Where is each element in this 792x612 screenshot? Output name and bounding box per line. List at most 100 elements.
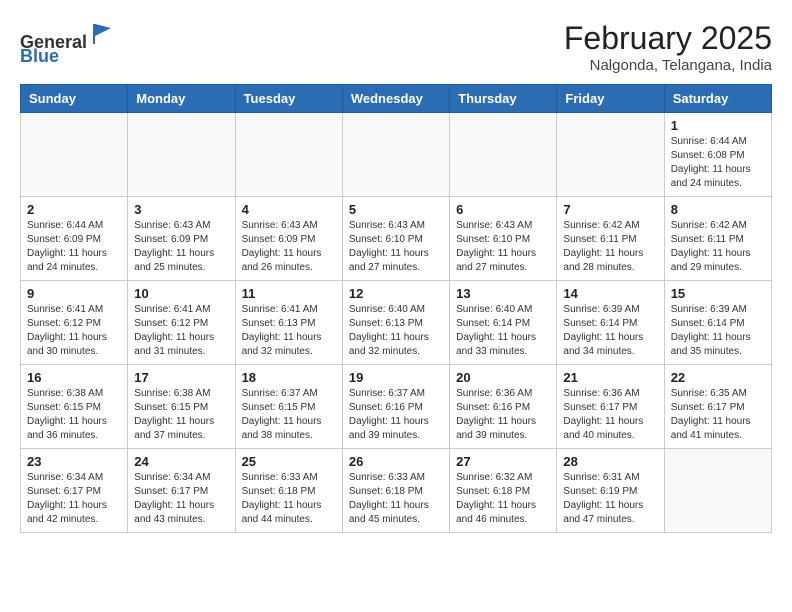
day-info: Sunrise: 6:39 AM Sunset: 6:14 PM Dayligh… [671, 303, 765, 359]
day-info: Sunrise: 6:41 AM Sunset: 6:12 PM Dayligh… [134, 303, 228, 359]
day-info: Sunrise: 6:38 AM Sunset: 6:15 PM Dayligh… [134, 387, 228, 443]
day-number: 28 [563, 454, 657, 469]
day-number: 7 [563, 202, 657, 217]
calendar-cell: 17Sunrise: 6:38 AM Sunset: 6:15 PM Dayli… [128, 365, 235, 449]
calendar-header-row: Sunday Monday Tuesday Wednesday Thursday… [21, 85, 772, 113]
calendar-cell [128, 113, 235, 197]
day-number: 4 [242, 202, 336, 217]
day-number: 25 [242, 454, 336, 469]
day-info: Sunrise: 6:33 AM Sunset: 6:18 PM Dayligh… [349, 471, 443, 527]
calendar-cell: 19Sunrise: 6:37 AM Sunset: 6:16 PM Dayli… [342, 365, 449, 449]
day-info: Sunrise: 6:44 AM Sunset: 6:09 PM Dayligh… [27, 219, 121, 275]
calendar-cell: 20 Sunrise: 6:36 AM Sunset: 6:16 PM Dayli… [450, 365, 557, 449]
day-info: Sunrise: 6:41 AM Sunset: 6:12 PM Dayligh… [27, 303, 121, 359]
calendar-cell [235, 113, 342, 197]
day-info: Sunrise: 6:41 AM Sunset: 6:13 PM Dayligh… [242, 303, 336, 359]
day-number: 24 [134, 454, 228, 469]
calendar-week-row: 1 Sunrise: 6:44 AM Sunset: 6:08 PM Daylig… [21, 113, 772, 197]
calendar-cell: 10 Sunrise: 6:41 AM Sunset: 6:12 PM Dayli… [128, 281, 235, 365]
title-section: February 2025 Nalgonda, Telangana, India [564, 20, 772, 74]
day-info: Sunrise: 6:36 AM Sunset: 6:17 PM Dayligh… [563, 387, 657, 443]
day-info: Sunrise: 6:43 AM Sunset: 6:10 PM Dayligh… [349, 219, 443, 275]
day-info: Sunrise: 6:31 AM Sunset: 6:19 PM Dayligh… [563, 471, 657, 527]
calendar-cell: 8 Sunrise: 6:42 AM Sunset: 6:11 PM Daylig… [664, 197, 771, 281]
calendar-cell: 26 Sunrise: 6:33 AM Sunset: 6:18 PM Dayli… [342, 449, 449, 533]
day-info: Sunrise: 6:43 AM Sunset: 6:10 PM Dayligh… [456, 219, 550, 275]
day-number: 11 [242, 286, 336, 301]
day-info: Sunrise: 6:34 AM Sunset: 6:17 PM Dayligh… [27, 471, 121, 527]
day-info: Sunrise: 6:42 AM Sunset: 6:11 PM Dayligh… [671, 219, 765, 275]
day-number: 26 [349, 454, 443, 469]
calendar-cell: 5 Sunrise: 6:43 AM Sunset: 6:10 PM Daylig… [342, 197, 449, 281]
day-info: Sunrise: 6:38 AM Sunset: 6:15 PM Dayligh… [27, 387, 121, 443]
col-thursday: Thursday [450, 85, 557, 113]
col-sunday: Sunday [21, 85, 128, 113]
logo: General Blue [20, 20, 117, 67]
day-info: Sunrise: 6:32 AM Sunset: 6:18 PM Dayligh… [456, 471, 550, 527]
calendar-cell: 7 Sunrise: 6:42 AM Sunset: 6:11 PM Daylig… [557, 197, 664, 281]
day-number: 16 [27, 370, 121, 385]
calendar-cell: 9Sunrise: 6:41 AM Sunset: 6:12 PM Daylig… [21, 281, 128, 365]
calendar-cell: 2 Sunrise: 6:44 AM Sunset: 6:09 PM Daylig… [21, 197, 128, 281]
day-info: Sunrise: 6:43 AM Sunset: 6:09 PM Dayligh… [134, 219, 228, 275]
col-saturday: Saturday [664, 85, 771, 113]
day-number: 18 [242, 370, 336, 385]
calendar-cell: 13 Sunrise: 6:40 AM Sunset: 6:14 PM Dayli… [450, 281, 557, 365]
calendar-week-row: 16 Sunrise: 6:38 AM Sunset: 6:15 PM Dayli… [21, 365, 772, 449]
day-number: 27 [456, 454, 550, 469]
calendar-table: Sunday Monday Tuesday Wednesday Thursday… [20, 84, 772, 533]
day-info: Sunrise: 6:40 AM Sunset: 6:14 PM Dayligh… [456, 303, 550, 359]
calendar-cell: 27 Sunrise: 6:32 AM Sunset: 6:18 PM Dayli… [450, 449, 557, 533]
day-number: 13 [456, 286, 550, 301]
day-info: Sunrise: 6:42 AM Sunset: 6:11 PM Dayligh… [563, 219, 657, 275]
calendar-cell: 3 Sunrise: 6:43 AM Sunset: 6:09 PM Daylig… [128, 197, 235, 281]
day-info: Sunrise: 6:44 AM Sunset: 6:08 PM Dayligh… [671, 135, 765, 191]
calendar-week-row: 2 Sunrise: 6:44 AM Sunset: 6:09 PM Daylig… [21, 197, 772, 281]
calendar-cell: 24 Sunrise: 6:34 AM Sunset: 6:17 PM Dayli… [128, 449, 235, 533]
day-number: 23 [27, 454, 121, 469]
calendar-cell: 21 Sunrise: 6:36 AM Sunset: 6:17 PM Dayli… [557, 365, 664, 449]
day-number: 22 [671, 370, 765, 385]
calendar-cell [450, 113, 557, 197]
day-number: 5 [349, 202, 443, 217]
calendar-cell [664, 449, 771, 533]
day-number: 12 [349, 286, 443, 301]
col-monday: Monday [128, 85, 235, 113]
page-header: General Blue February 2025 Nalgonda, Tel… [20, 20, 772, 74]
day-info: Sunrise: 6:34 AM Sunset: 6:17 PM Dayligh… [134, 471, 228, 527]
day-number: 10 [134, 286, 228, 301]
day-number: 1 [671, 118, 765, 133]
day-info: Sunrise: 6:39 AM Sunset: 6:14 PM Dayligh… [563, 303, 657, 359]
day-info: Sunrise: 6:43 AM Sunset: 6:09 PM Dayligh… [242, 219, 336, 275]
calendar-cell: 14 Sunrise: 6:39 AM Sunset: 6:14 PM Dayli… [557, 281, 664, 365]
calendar-cell [21, 113, 128, 197]
logo-blue: Blue [20, 46, 59, 66]
calendar-cell: 15Sunrise: 6:39 AM Sunset: 6:14 PM Dayli… [664, 281, 771, 365]
calendar-cell: 12 Sunrise: 6:40 AM Sunset: 6:13 PM Dayli… [342, 281, 449, 365]
col-tuesday: Tuesday [235, 85, 342, 113]
day-info: Sunrise: 6:37 AM Sunset: 6:16 PM Dayligh… [349, 387, 443, 443]
calendar-cell [557, 113, 664, 197]
calendar-cell: 6 Sunrise: 6:43 AM Sunset: 6:10 PM Daylig… [450, 197, 557, 281]
location-subtitle: Nalgonda, Telangana, India [564, 57, 772, 74]
day-number: 8 [671, 202, 765, 217]
day-number: 6 [456, 202, 550, 217]
calendar-cell: 28 Sunrise: 6:31 AM Sunset: 6:19 PM Dayli… [557, 449, 664, 533]
calendar-cell: 18 Sunrise: 6:37 AM Sunset: 6:15 PM Dayli… [235, 365, 342, 449]
calendar-cell: 16 Sunrise: 6:38 AM Sunset: 6:15 PM Dayli… [21, 365, 128, 449]
calendar-cell: 25 Sunrise: 6:33 AM Sunset: 6:18 PM Dayli… [235, 449, 342, 533]
day-number: 3 [134, 202, 228, 217]
day-info: Sunrise: 6:35 AM Sunset: 6:17 PM Dayligh… [671, 387, 765, 443]
calendar-cell [342, 113, 449, 197]
day-number: 21 [563, 370, 657, 385]
col-wednesday: Wednesday [342, 85, 449, 113]
day-number: 20 [456, 370, 550, 385]
day-info: Sunrise: 6:36 AM Sunset: 6:16 PM Dayligh… [456, 387, 550, 443]
day-info: Sunrise: 6:37 AM Sunset: 6:15 PM Dayligh… [242, 387, 336, 443]
calendar-cell: 22 Sunrise: 6:35 AM Sunset: 6:17 PM Dayli… [664, 365, 771, 449]
day-number: 14 [563, 286, 657, 301]
day-info: Sunrise: 6:40 AM Sunset: 6:13 PM Dayligh… [349, 303, 443, 359]
day-number: 2 [27, 202, 121, 217]
day-info: Sunrise: 6:33 AM Sunset: 6:18 PM Dayligh… [242, 471, 336, 527]
logo-flag-icon [89, 20, 117, 48]
